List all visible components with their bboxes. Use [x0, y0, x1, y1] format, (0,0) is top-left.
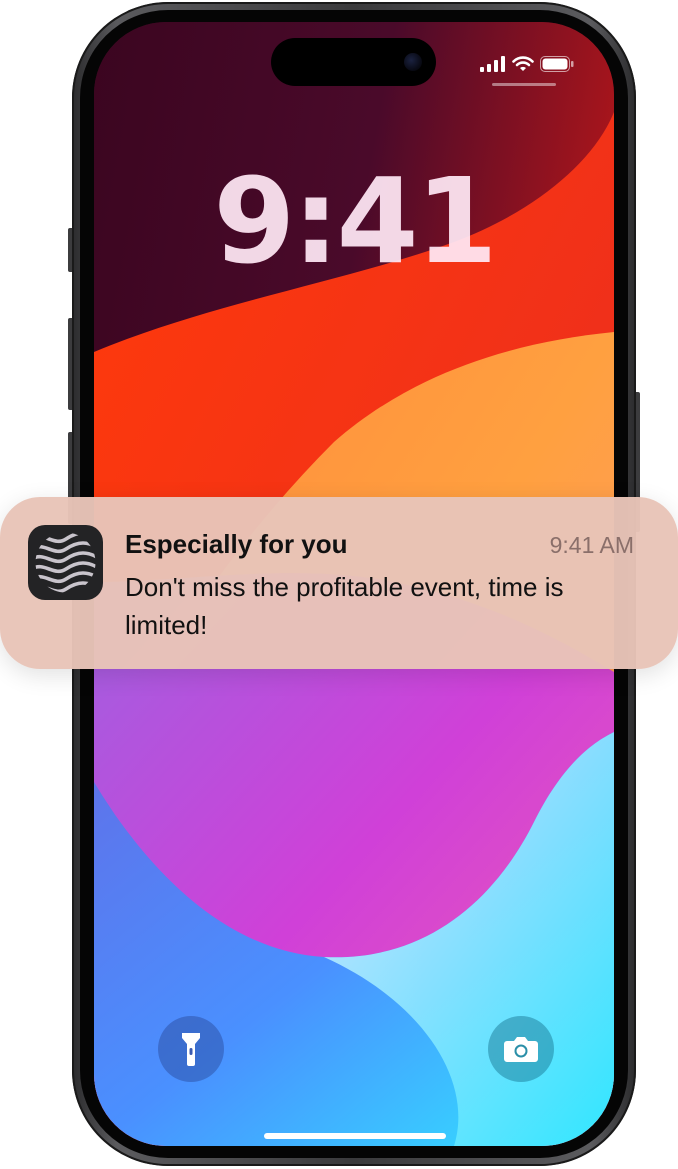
notification-banner[interactable]: Especially for you 9:41 AM Don't miss th…: [0, 497, 678, 669]
home-indicator[interactable]: [264, 1133, 446, 1139]
notification-title: Especially for you: [125, 529, 348, 559]
flashlight-button[interactable]: [158, 1016, 224, 1082]
flashlight-icon: [182, 1033, 200, 1066]
phone-mockup: 9:41 Especially for you 9:41 AM Don't mi…: [0, 0, 678, 1169]
wave-app-icon: [28, 525, 103, 600]
wave-icon: [35, 532, 96, 593]
dynamic-island: [271, 38, 436, 86]
status-bar: [480, 53, 574, 75]
notification-time: 9:41 AM: [549, 532, 634, 558]
camera-button[interactable]: [488, 1016, 554, 1082]
lock-screen-clock: 9:41: [213, 152, 498, 290]
front-camera-icon: [404, 53, 422, 71]
signal-icon: [480, 56, 505, 72]
control-center-hint[interactable]: [492, 83, 556, 86]
battery-icon: [540, 56, 574, 72]
notification-body: Don't miss the profitable event, time is…: [125, 572, 564, 640]
wifi-icon: [512, 56, 534, 71]
camera-icon: [504, 1037, 538, 1062]
